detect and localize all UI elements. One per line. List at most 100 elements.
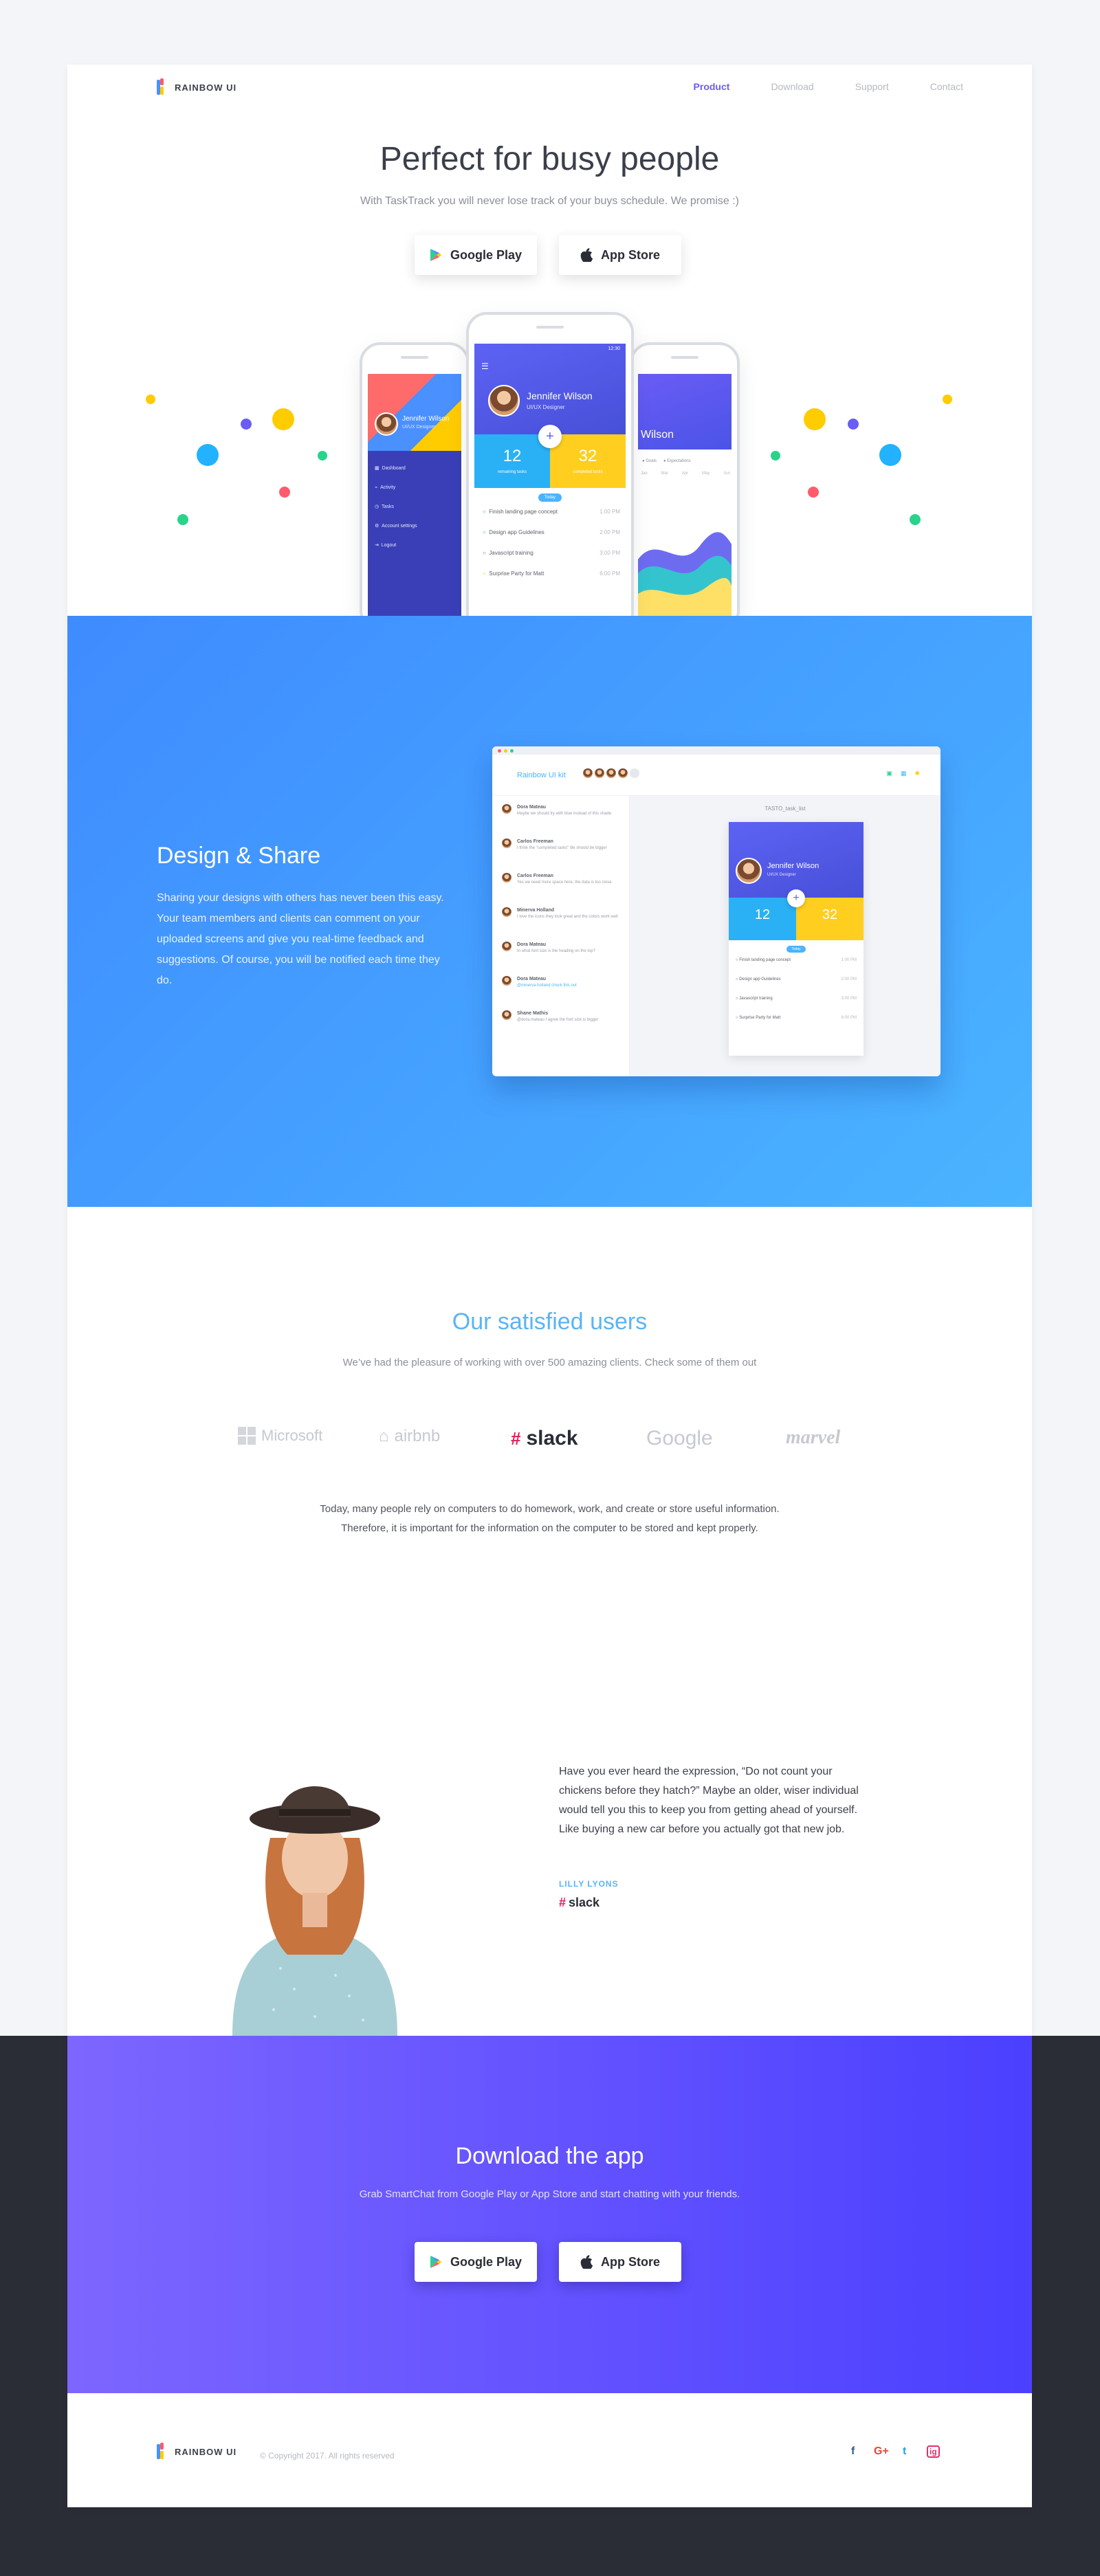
comment-item[interactable]: Minerva Holland I love the icons they loo… [502, 907, 622, 942]
menu-item-tasks[interactable]: ◷ Tasks [375, 498, 417, 517]
preview-profile-role: UI/UX Designer [767, 873, 796, 877]
testimonial-photo [232, 1786, 397, 2036]
download-google-play-button[interactable]: Google Play [415, 2242, 537, 2282]
rainbow-logo-icon [157, 2443, 166, 2461]
users-title: Our satisfied users [452, 1309, 648, 1335]
preview-task-item: ○ Javascript training 3:00 PM [736, 997, 857, 1001]
app-store-label: App Store [600, 247, 660, 262]
chart-months: Jan Mar Apr May Jun [641, 471, 730, 476]
device-icon[interactable]: ▣ [886, 770, 892, 777]
avatar[interactable] [618, 768, 628, 778]
decor-dot [910, 514, 921, 525]
brand-logo[interactable]: RAINBOW UI [157, 78, 236, 96]
design-share-body: Sharing your designs with others has nev… [157, 892, 444, 986]
decor-dot [879, 444, 901, 466]
download-subtitle: Grab SmartChat from Google Play or App S… [359, 2188, 740, 2200]
testimonial-author: LILLY LYONS [559, 1879, 619, 1889]
menu-item-dashboard[interactable]: ▦ Dashboard [375, 459, 417, 478]
preview-task-item: ○ Finish landing page concept 1:00 PM [736, 958, 857, 962]
comment-item[interactable]: Dora Mateau @minerva.holland check this o… [502, 976, 622, 1010]
task-list: ○ Finish landing page concept 1:00 PM ○ D… [483, 509, 620, 591]
phone-center-screen: 12:30 ☰ Jennifer Wilson UI/UX Designer 1… [474, 344, 626, 632]
download-title: Download the app [455, 2143, 644, 2169]
decor-dot [197, 444, 219, 466]
comment-item[interactable]: Shane Mathis @dora.mateau I agree the fon… [502, 1010, 622, 1045]
avatar [375, 412, 398, 436]
decor-dot [272, 408, 294, 430]
profile-name: Jennifer Wilson [402, 415, 450, 423]
nav-product[interactable]: Product [694, 81, 730, 92]
avatar[interactable] [595, 768, 604, 778]
decor-dot [848, 419, 859, 430]
task-item[interactable]: ○ Surprise Party for Matt 6:00 PM [483, 570, 620, 591]
add-collaborator-icon[interactable] [630, 768, 639, 778]
menu-icon[interactable]: ☰ [481, 362, 489, 371]
canvas-file-name: TASTO_task_list [764, 806, 806, 812]
comment-item[interactable]: Dora Mateau In what font size is the head… [502, 942, 622, 976]
legend-expectations: ● Expectations [663, 459, 691, 463]
nav-support[interactable]: Support [855, 81, 889, 92]
phone-speaker [401, 356, 428, 359]
phone-mockup-right: Wilson ● Goals ● Expectations Jan Mar Apr M… [630, 342, 740, 631]
menu-item-activity[interactable]: ⌁ Activity [375, 478, 417, 498]
window-app-title: Rainbow UI kit [517, 771, 566, 779]
google-play-button[interactable]: Google Play [415, 235, 537, 275]
menu-item-logout[interactable]: ⇥ Logout [375, 536, 417, 555]
client-logo-marvel: marvel [786, 1427, 841, 1448]
slack-icon: # [559, 1896, 566, 1909]
decor-dot [177, 514, 188, 525]
decor-dot [146, 395, 155, 404]
client-logo-slack: # slack [511, 1427, 578, 1450]
decor-dot [241, 419, 252, 430]
users-paragraph: Today, many people rely on computers to … [67, 1500, 1032, 1538]
profile-name: Wilson [641, 429, 674, 441]
footer-brand-name: RAINBOW UI [175, 2446, 237, 2457]
grid-icon[interactable]: ▦ [901, 770, 907, 777]
phone-mockup-left: Jennifer Wilson UI/UX Designer ▦ Dashboa… [360, 342, 470, 631]
client-logo-google: Google [646, 1427, 713, 1450]
window-maximize-icon[interactable] [510, 748, 514, 753]
nav-download[interactable]: Download [771, 81, 813, 92]
menu-item-account-settings[interactable]: ⚙ Account settings [375, 517, 417, 536]
comment-list: Dora Mateau Maybe we should try with blue… [492, 796, 629, 1045]
today-badge: Today [538, 493, 562, 502]
preview-task-item: ○ Surprise Party for Matt 6:00 PM [736, 1016, 857, 1020]
task-item[interactable]: ○ Javascript training 3:00 PM [483, 550, 620, 570]
window-minimize-icon[interactable] [504, 748, 507, 753]
preview-task-item: ○ Design app Guidelines 2:00 PM [736, 977, 857, 981]
avatar[interactable] [583, 768, 593, 778]
avatar[interactable] [606, 768, 616, 778]
collaborator-avatars [583, 768, 639, 778]
download-google-play-label: Google Play [450, 2254, 522, 2269]
canvas-screen-preview[interactable]: Jennifer Wilson UI/UX Designer 12 32 + T… [729, 822, 864, 1056]
preview-today-badge: Today [786, 946, 806, 953]
google-plus-icon[interactable]: G+ [874, 2445, 889, 2458]
apple-icon [580, 248, 593, 262]
task-item[interactable]: ○ Finish landing page concept 1:00 PM [483, 509, 620, 529]
add-task-button[interactable]: + [538, 425, 562, 448]
profile-name: Jennifer Wilson [527, 390, 593, 401]
brand-name: RAINBOW UI [175, 82, 237, 93]
comment-item[interactable]: Carlos Freeman Yes we need more space her… [502, 873, 622, 907]
task-item[interactable]: ○ Design app Guidelines 2:00 PM [483, 529, 620, 550]
comment-item[interactable]: Carlos Freeman I think the "completed tas… [502, 839, 622, 873]
nav-contact[interactable]: Contact [930, 81, 963, 92]
phone-left-screen: Jennifer Wilson UI/UX Designer ▦ Dashboa… [368, 374, 461, 628]
sidebar-menu: ▦ Dashboard ⌁ Activity ◷ Tasks ⚙ Account… [375, 459, 417, 555]
preview-profile-name: Jennifer Wilson [767, 862, 820, 870]
twitter-icon[interactable]: t [903, 2445, 906, 2458]
instagram-icon[interactable]: ig [927, 2445, 940, 2458]
preview-stat-completed: 32 [796, 898, 864, 940]
download-app-store-button[interactable]: App Store [559, 2242, 681, 2282]
app-store-button[interactable]: App Store [559, 235, 681, 275]
decor-dot [804, 408, 826, 430]
comment-item[interactable]: Dora Mateau Maybe we should try with blue… [502, 804, 622, 839]
decor-dot [279, 487, 290, 498]
settings-icon[interactable]: ✱ [914, 770, 920, 777]
window-close-icon[interactable] [498, 748, 501, 753]
footer-brand-logo[interactable]: RAINBOW UI [157, 2443, 236, 2461]
google-play-icon [430, 249, 441, 261]
facebook-icon[interactable]: f [851, 2445, 855, 2458]
phone-speaker [671, 356, 698, 359]
testimonial-quote: Have you ever heard the expression, “Do … [559, 1766, 859, 1835]
